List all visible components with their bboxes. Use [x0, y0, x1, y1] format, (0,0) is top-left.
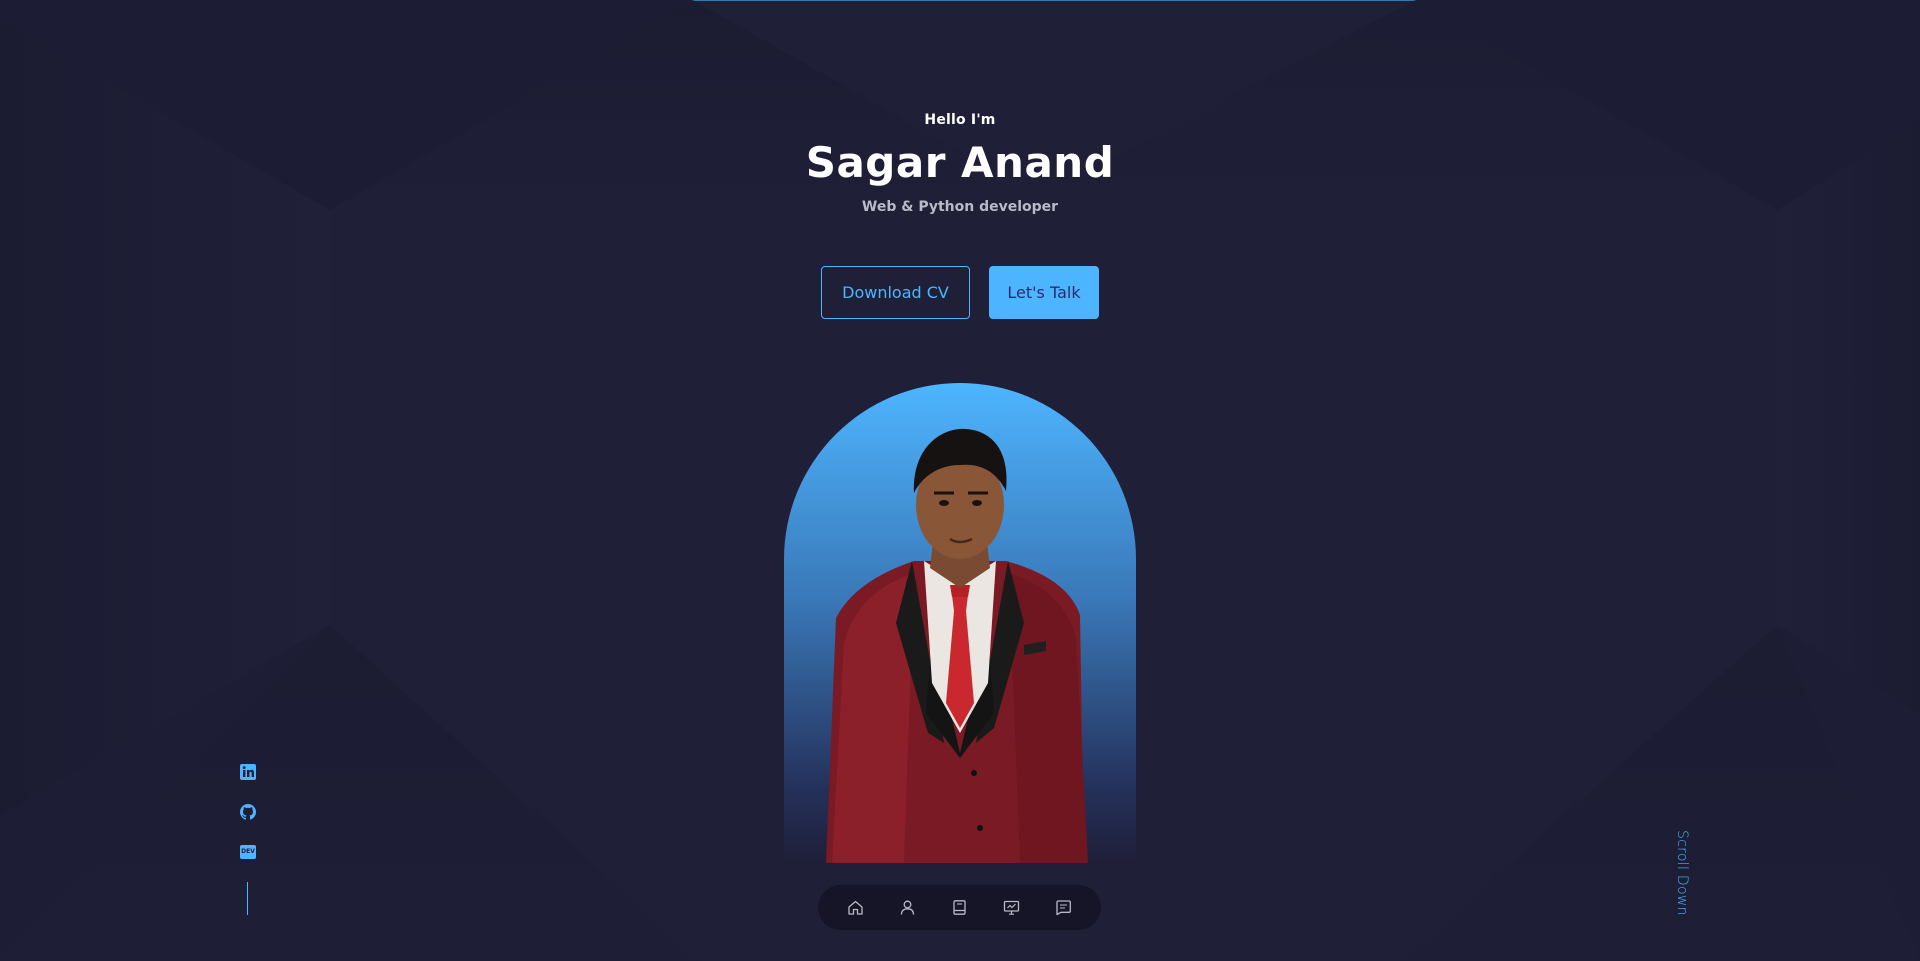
hero-header: Hello I'm Sagar Anand Web & Python devel…: [0, 112, 1920, 215]
nav-home[interactable]: [836, 888, 876, 928]
social-divider-line: [247, 882, 248, 915]
scroll-down-link[interactable]: Scroll Down: [1660, 830, 1690, 920]
presentation-icon: [1003, 900, 1019, 915]
dev-icon[interactable]: DEV: [239, 843, 257, 861]
book-icon: [953, 900, 966, 915]
nav-experience[interactable]: [939, 888, 979, 928]
nav-contact[interactable]: [1043, 888, 1083, 928]
dev-badge-text: DEV: [241, 848, 255, 855]
home-icon: [848, 900, 864, 915]
bottom-nav: [818, 885, 1101, 930]
cta-buttons: Download CV Let's Talk: [821, 266, 1099, 319]
hero-name: Sagar Anand: [805, 138, 1115, 187]
user-icon: [901, 900, 915, 915]
hero-role: Web & Python developer: [861, 199, 1059, 215]
message-icon: [1055, 900, 1071, 916]
portrait-frame: [784, 383, 1136, 863]
social-links: DEV: [239, 763, 257, 861]
download-cv-button[interactable]: Download CV: [821, 266, 970, 319]
github-icon[interactable]: [239, 803, 257, 821]
nav-about[interactable]: [888, 888, 928, 928]
greeting-text: Hello I'm: [924, 112, 996, 128]
person-portrait-photo: [826, 428, 1088, 863]
linkedin-icon[interactable]: [239, 763, 257, 781]
lets-talk-button[interactable]: Let's Talk: [989, 266, 1099, 319]
nav-portfolio[interactable]: [991, 888, 1031, 928]
